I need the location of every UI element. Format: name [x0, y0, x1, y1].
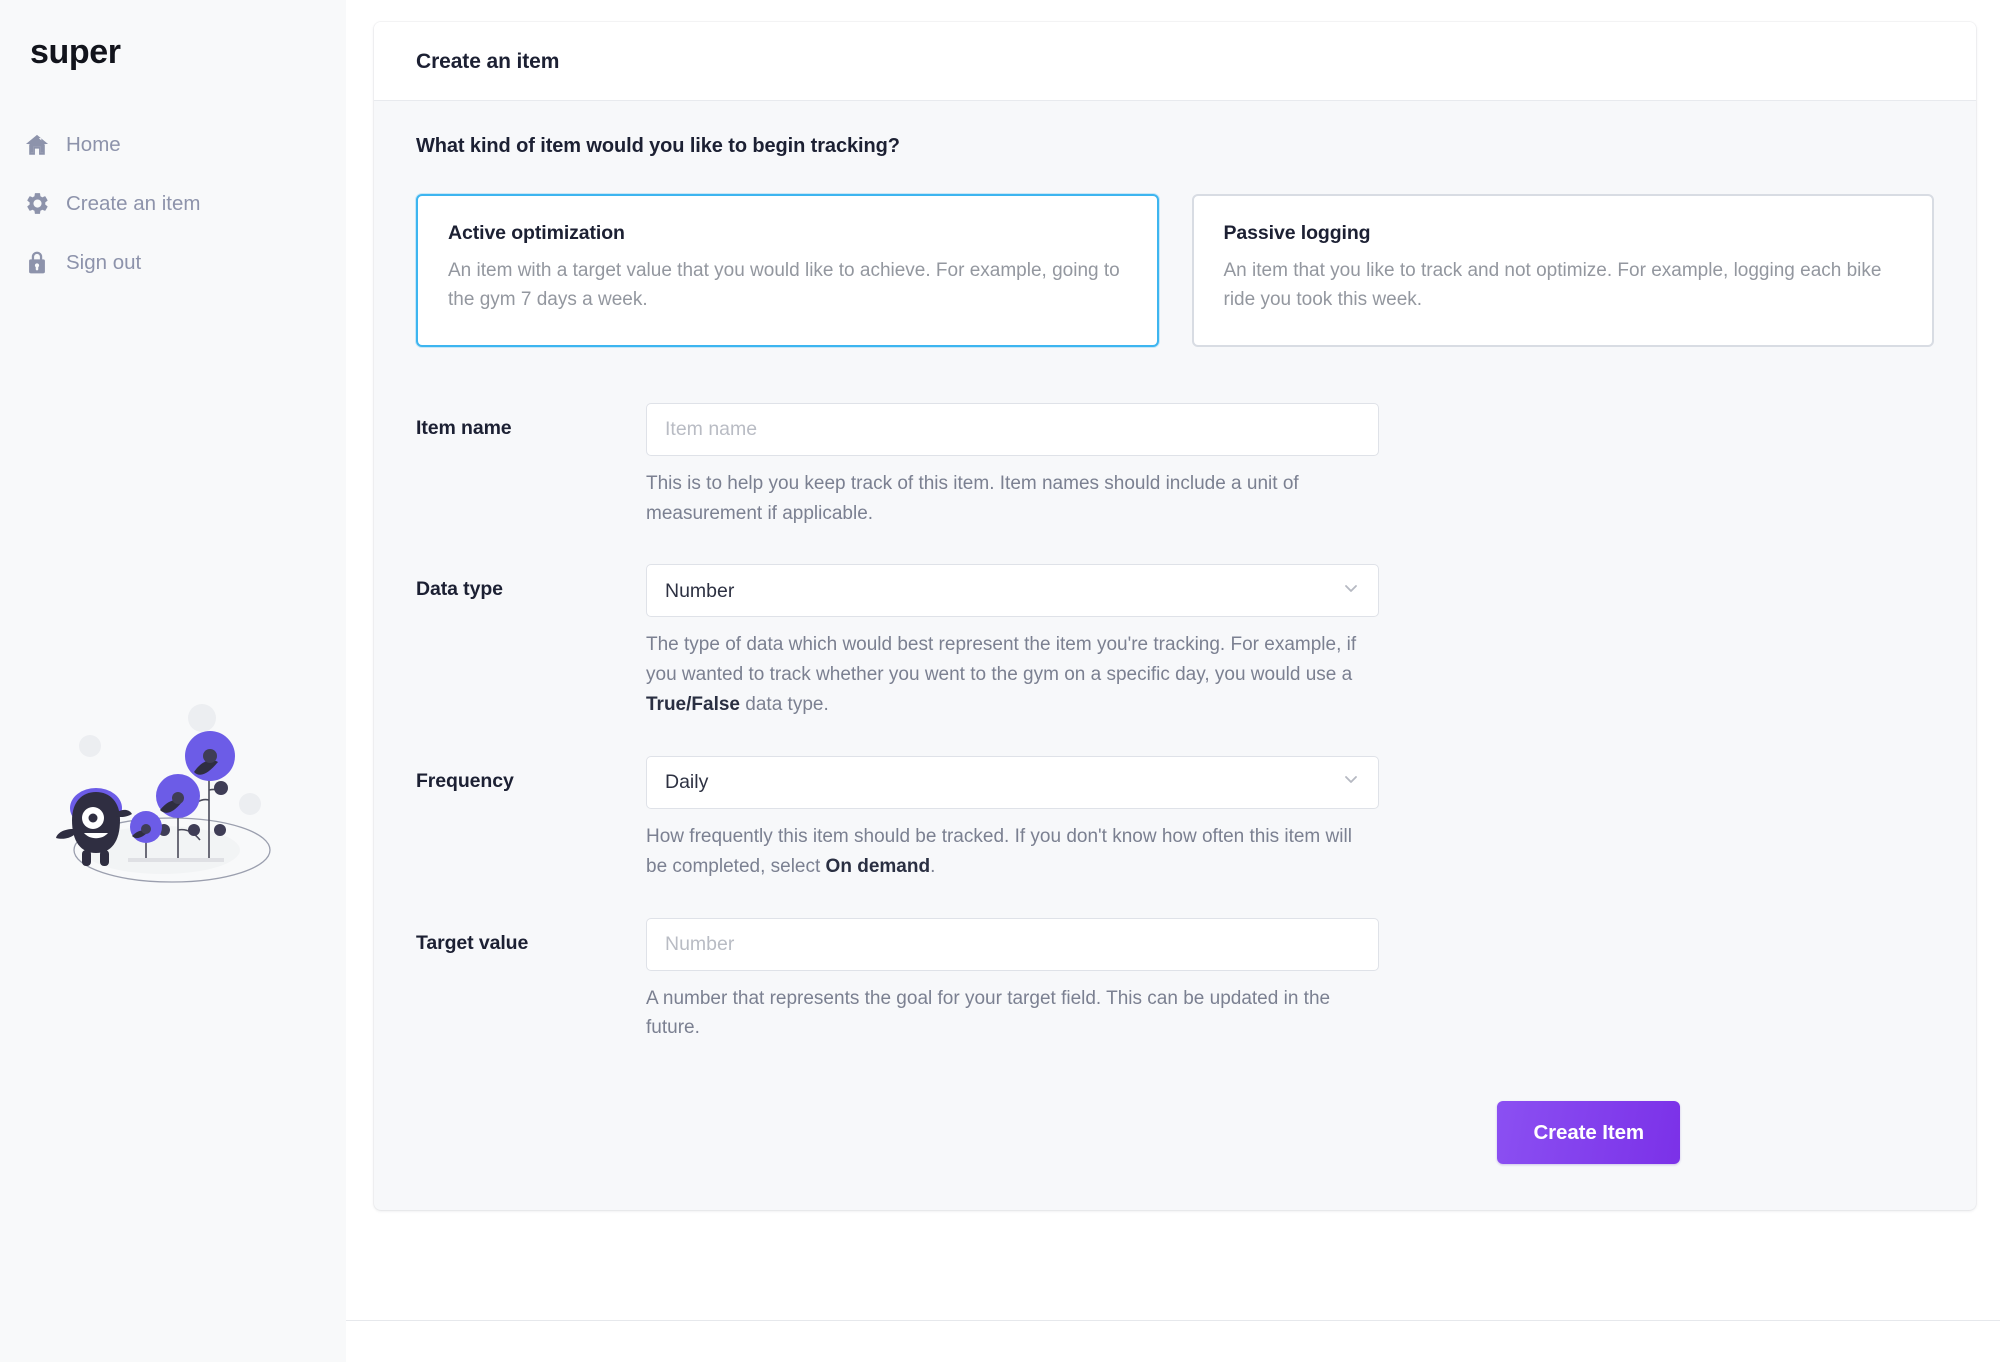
- frequency-help: How frequently this item should be track…: [646, 822, 1361, 882]
- frequency-select[interactable]: DailyWeeklyMonthlyOn demand: [646, 755, 1379, 809]
- frequency-help-part1: How frequently this item should be track…: [646, 825, 1352, 877]
- frequency-help-part2: .: [930, 855, 936, 877]
- option-passive-logging[interactable]: Passive logging An item that you like to…: [1191, 194, 1934, 347]
- target-value-help: A number that represents the goal for yo…: [646, 987, 1331, 1039]
- monster-flowers-illustration: [54, 690, 294, 890]
- lock-icon: [24, 250, 50, 276]
- field-frequency: Frequency DailyWeeklyMonthlyOn demand H: [416, 755, 1934, 882]
- card-body: What kind of item would you like to begi…: [374, 101, 1976, 1210]
- field-item-name: Item name This is to help you keep track…: [416, 402, 1934, 529]
- sidebar-item-label: Sign out: [66, 250, 142, 274]
- sidebar-item-sign-out[interactable]: Sign out: [24, 239, 346, 287]
- item-kind-options: Active optimization An item with a targe…: [416, 194, 1934, 347]
- sidebar-item-label: Home: [66, 132, 121, 156]
- option-title: Active optimization: [448, 222, 625, 244]
- item-name-control: This is to help you keep track of this i…: [646, 402, 1379, 529]
- home-icon: [24, 132, 50, 158]
- frequency-label: Frequency: [416, 769, 514, 792]
- data-type-label: Data type: [416, 578, 503, 601]
- option-active-optimization[interactable]: Active optimization An item with a targe…: [416, 194, 1159, 347]
- field-target-value: Target value A number that represents th…: [416, 917, 1934, 1044]
- data-type-help-part1: The type of data which would best repres…: [646, 634, 1357, 686]
- viewport-bottom-edge: [346, 1320, 2000, 1362]
- frequency-control: DailyWeeklyMonthlyOn demand How frequent…: [646, 755, 1379, 882]
- sidebar: super Home Create an item Sign out: [0, 0, 346, 1362]
- card-header: Create an item: [374, 22, 1976, 101]
- page-title: Create an item: [416, 50, 560, 73]
- app-root: super Home Create an item Sign out Creat…: [0, 0, 2000, 1362]
- data-type-control: NumberTrue/FalseText The type of data wh…: [646, 564, 1379, 719]
- target-value-input[interactable]: [646, 917, 1379, 971]
- sidebar-nav: Home Create an item Sign out: [0, 121, 346, 287]
- form-actions: Create Item: [416, 1101, 1934, 1165]
- item-kind-question: What kind of item would you like to begi…: [416, 135, 900, 157]
- data-type-select[interactable]: NumberTrue/FalseText: [646, 564, 1379, 618]
- create-item-button[interactable]: Create Item: [1497, 1101, 1680, 1165]
- create-item-card: Create an item What kind of item would y…: [374, 22, 1976, 1211]
- sidebar-item-home[interactable]: Home: [24, 121, 346, 169]
- data-type-help: The type of data which would best repres…: [646, 630, 1361, 719]
- target-value-control: A number that represents the goal for yo…: [646, 917, 1379, 1044]
- option-title: Passive logging: [1223, 222, 1371, 244]
- option-description: An item with a target value that you wou…: [448, 260, 1120, 310]
- target-value-label: Target value: [416, 931, 529, 954]
- frequency-help-bold: On demand: [825, 855, 931, 877]
- app-logo: super: [30, 33, 121, 71]
- option-description: An item that you like to track and not o…: [1223, 260, 1882, 310]
- field-data-type: Data type NumberTrue/FalseText The type: [416, 564, 1934, 719]
- data-type-help-part2: data type.: [740, 694, 829, 716]
- data-type-help-bold: True/False: [646, 694, 740, 716]
- item-name-label: Item name: [416, 416, 512, 439]
- item-name-input[interactable]: [646, 402, 1379, 456]
- item-name-help: This is to help you keep track of this i…: [646, 472, 1299, 524]
- sidebar-item-label: Create an item: [66, 191, 201, 215]
- gear-icon: [24, 191, 50, 217]
- sidebar-item-create-an-item[interactable]: Create an item: [24, 180, 346, 228]
- main-content: Create an item What kind of item would y…: [346, 0, 2000, 1362]
